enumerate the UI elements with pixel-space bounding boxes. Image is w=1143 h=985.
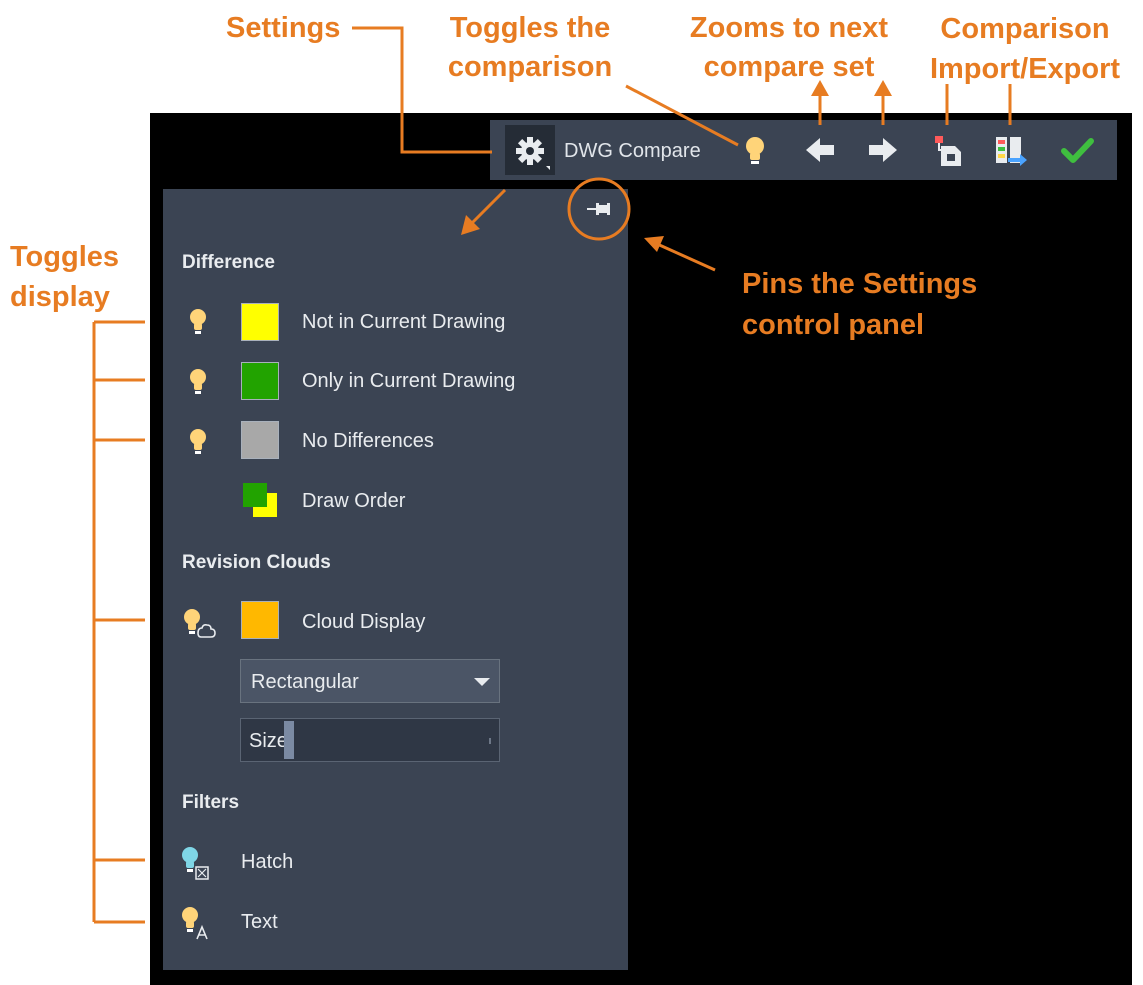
annotation-pins-line2: control panel [742,309,925,341]
annotation-toggles-comparison-line2: comparison [447,51,613,83]
annotation-pins-line1: Pins the Settings [742,268,978,300]
annotation-zooms-line2: compare set [703,51,875,83]
annotation-import-export-line2: Import/Export [929,53,1121,85]
annotation-toggles-display-line2: display [10,281,110,313]
annotation-import-export-line1: Comparison [940,13,1110,45]
annotation-settings: Settings [226,12,341,44]
annotation-callouts [92,26,1012,924]
annotation-toggles-comparison-line1: Toggles the [449,12,611,44]
annotation-toggles-display-line1: Toggles [10,241,120,273]
annotation-zooms-line1: Zooms to next [689,12,889,44]
